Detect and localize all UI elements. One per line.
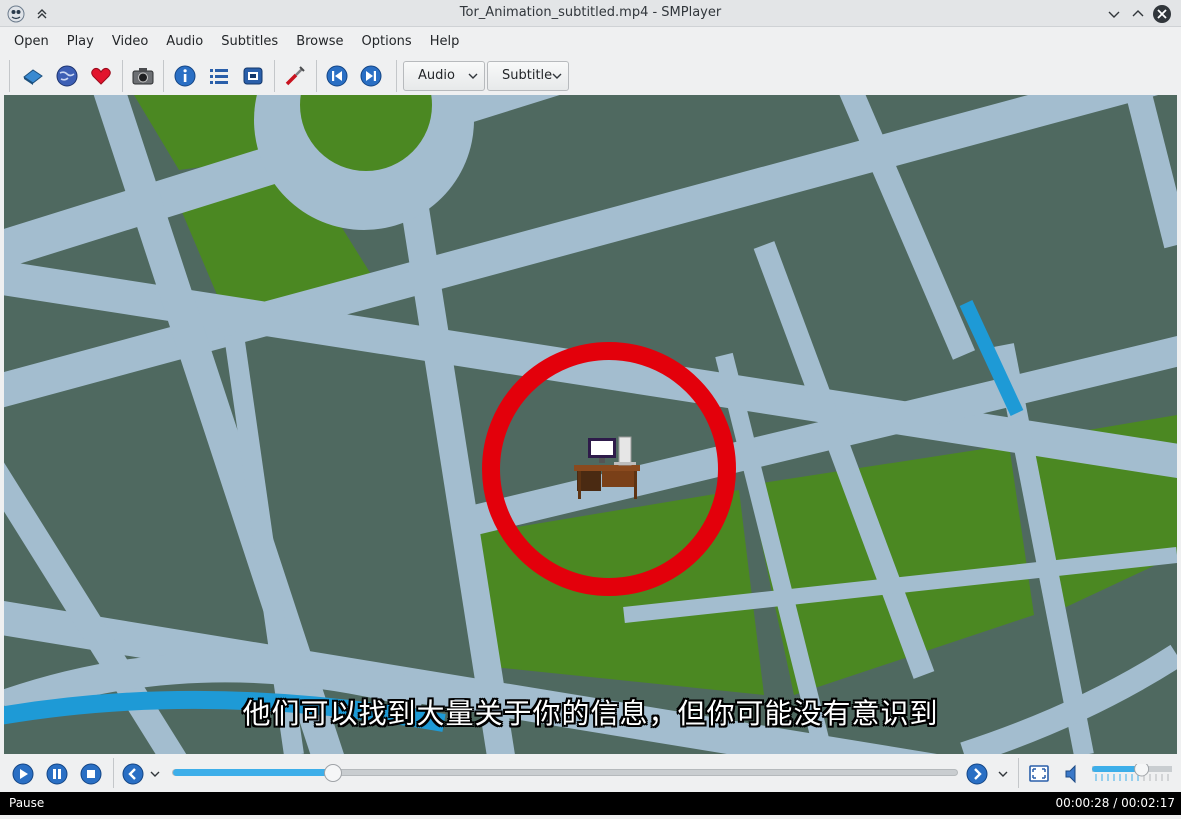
forward-icon[interactable] <box>965 762 989 786</box>
menu-help[interactable]: Help <box>421 28 469 56</box>
menu-open[interactable]: Open <box>5 28 58 56</box>
menu-browse[interactable]: Browse <box>287 28 352 56</box>
control-separator <box>113 758 114 788</box>
title-bar: Tor_Animation_subtitled.mp4 - SMPlayer <box>0 0 1181 27</box>
video-display[interactable]: 他们可以找到大量关于你的信息，但你可能没有意识到 <box>4 95 1177 754</box>
chevron-down-icon <box>552 73 562 79</box>
menu-subtitles[interactable]: Subtitles <box>212 28 287 56</box>
volume-slider[interactable] <box>1092 764 1172 782</box>
toolbar-separator <box>316 60 317 92</box>
forward-menu-chevron-icon[interactable] <box>996 762 1010 786</box>
open-file-icon[interactable] <box>19 62 47 90</box>
rewind-menu-chevron-icon[interactable] <box>148 762 162 786</box>
audio-combo[interactable]: Audio <box>403 61 485 91</box>
pause-icon[interactable] <box>45 762 69 786</box>
preferences-icon[interactable] <box>281 62 309 90</box>
menu-options[interactable]: Options <box>353 28 421 56</box>
seek-progress-fill <box>173 769 333 776</box>
menu-play[interactable]: Play <box>58 28 103 56</box>
minimize-icon[interactable] <box>1103 3 1124 24</box>
stop-icon[interactable] <box>79 762 103 786</box>
volume-handle <box>1134 764 1150 777</box>
subtitle-text: 他们可以找到大量关于你的信息，但你可能没有意识到 <box>242 697 939 730</box>
audio-combo-label: Audio <box>418 68 455 83</box>
playback-state: Pause <box>9 796 45 810</box>
video-frame-map <box>4 95 1177 754</box>
volume-ticks <box>1095 774 1169 781</box>
chevron-down-icon <box>468 73 478 79</box>
equalizer-icon[interactable] <box>239 62 267 90</box>
previous-icon[interactable] <box>323 62 351 90</box>
next-icon[interactable] <box>357 62 385 90</box>
subtitle-combo[interactable]: Subtitle <box>487 61 569 91</box>
status-bar: Pause 00:00:28 / 00:02:17 <box>0 792 1181 815</box>
rewind-icon[interactable] <box>121 762 145 786</box>
toolbar-separator <box>274 60 275 92</box>
seek-slider[interactable] <box>172 764 958 782</box>
playlist-icon[interactable] <box>205 62 233 90</box>
menu-audio[interactable]: Audio <box>157 28 212 56</box>
seek-handle[interactable] <box>323 764 342 782</box>
smplayer-window: Tor_Animation_subtitled.mp4 - SMPlayer O… <box>0 0 1181 819</box>
control-bar <box>0 754 1181 792</box>
menu-video[interactable]: Video <box>103 28 157 56</box>
open-url-icon[interactable] <box>53 62 81 90</box>
mute-speaker-icon[interactable] <box>1061 762 1085 786</box>
favorites-icon[interactable] <box>87 62 115 90</box>
toolbar-separator <box>396 60 397 92</box>
time-display: 00:00:28 / 00:02:17 <box>1055 796 1175 810</box>
play-icon[interactable] <box>11 762 35 786</box>
toolbar-separator <box>163 60 164 92</box>
info-icon[interactable] <box>171 62 199 90</box>
toolbar: Audio Subtitle <box>0 56 1181 95</box>
menu-bar: Open Play Video Audio Subtitles Browse O… <box>0 28 1181 56</box>
fullscreen-icon[interactable] <box>1027 762 1051 786</box>
screenshot-icon[interactable] <box>129 62 157 90</box>
window-title: Tor_Animation_subtitled.mp4 - SMPlayer <box>459 5 722 20</box>
control-separator <box>1018 758 1019 788</box>
toolbar-separator <box>122 60 123 92</box>
subtitle-combo-label: Subtitle <box>502 68 553 83</box>
toolbar-grip <box>9 60 10 92</box>
maximize-icon[interactable] <box>1127 3 1148 24</box>
close-icon[interactable] <box>1151 3 1172 24</box>
